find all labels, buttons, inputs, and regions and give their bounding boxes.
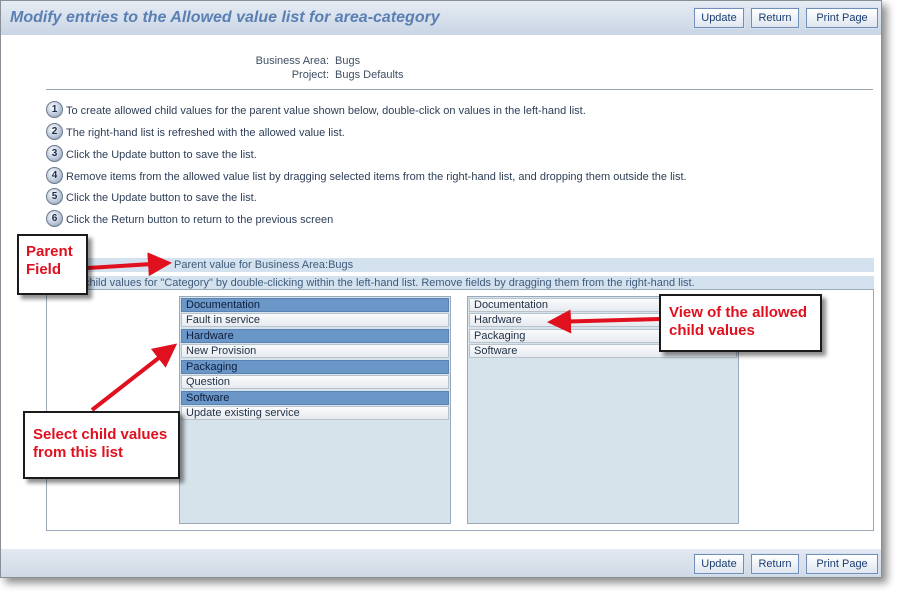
callout-line: from this list <box>33 444 124 461</box>
callout-line: Select child values <box>33 426 168 443</box>
select-child-arrow <box>90 343 178 412</box>
parent-field-arrow <box>87 252 172 277</box>
callout-line: child values <box>669 322 755 339</box>
view-allowed-callout: View of the allowed child values <box>659 294 822 352</box>
callout-line: View of the allowed <box>669 304 808 321</box>
select-child-callout: Select child values from this list <box>23 411 180 479</box>
callout-line: Field <box>26 261 62 278</box>
allowed-values-arrow <box>547 309 661 334</box>
callout-line: Parent <box>26 243 73 260</box>
parent-field-callout: Parent Field <box>17 234 88 295</box>
